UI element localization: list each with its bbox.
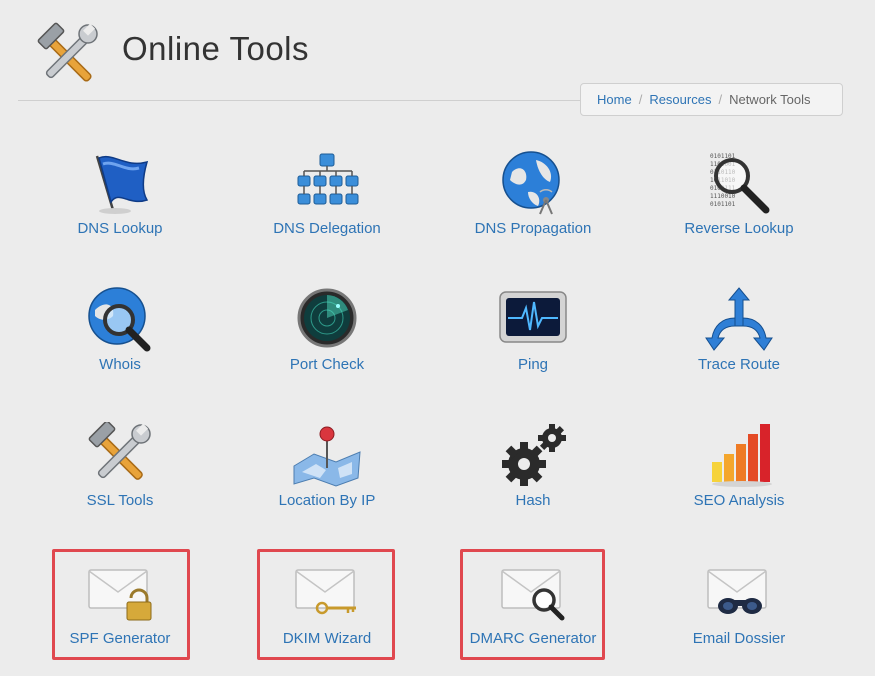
radar-icon bbox=[297, 288, 357, 348]
tool-dns-propagation[interactable]: DNS Propagation bbox=[433, 150, 633, 270]
breadcrumb: Home / Resources / Network Tools bbox=[580, 83, 843, 116]
tool-label: SSL Tools bbox=[86, 492, 154, 509]
page-header: Online Tools Home / Resources / Network … bbox=[0, 0, 875, 120]
tool-label: Location By IP bbox=[278, 492, 376, 509]
tool-dmarc-generator[interactable]: DMARC Generator bbox=[433, 560, 633, 676]
envelope-lock-icon bbox=[88, 569, 152, 621]
envelope-binoculars-icon bbox=[707, 569, 767, 614]
tool-whois[interactable]: Whois bbox=[20, 286, 220, 406]
tool-label: Trace Route bbox=[698, 356, 780, 373]
gears-icon bbox=[502, 424, 566, 486]
tools-icon bbox=[88, 422, 151, 480]
tool-dns-delegation[interactable]: DNS Delegation bbox=[227, 150, 427, 270]
map-pin-icon bbox=[293, 426, 361, 487]
breadcrumb-resources[interactable]: Resources bbox=[649, 92, 711, 107]
tool-ping[interactable]: Ping bbox=[433, 286, 633, 406]
tool-hash[interactable]: Hash bbox=[433, 422, 633, 542]
monitor-pulse-icon bbox=[499, 291, 567, 343]
tool-spf-generator[interactable]: SPF Generator bbox=[20, 560, 220, 676]
bar-chart-icon bbox=[712, 424, 772, 487]
envelope-magnifier-icon bbox=[501, 569, 565, 621]
tool-dkim-wizard[interactable]: DKIM Wizard bbox=[227, 560, 427, 676]
tool-label: Whois bbox=[99, 356, 141, 373]
breadcrumb-home[interactable]: Home bbox=[597, 92, 632, 107]
tool-dns-lookup[interactable]: DNS Lookup bbox=[20, 150, 220, 270]
breadcrumb-current: Network Tools bbox=[729, 92, 811, 107]
tool-label: Port Check bbox=[289, 356, 365, 373]
tool-label: Reverse Lookup bbox=[684, 220, 794, 237]
breadcrumb-separator: / bbox=[718, 92, 723, 107]
tool-label: DNS Delegation bbox=[273, 220, 381, 237]
tools-icon bbox=[37, 22, 98, 82]
magnifier-binary-icon: 010110111010010110110 101101001001111110… bbox=[710, 153, 770, 214]
tool-label: Email Dossier bbox=[692, 630, 786, 647]
tool-label: Hash bbox=[515, 492, 551, 509]
tool-label: Ping bbox=[517, 356, 549, 373]
globe-magnifier-icon bbox=[88, 287, 151, 352]
tool-location-by-ip[interactable]: Location By IP bbox=[227, 422, 427, 542]
tool-seo-analysis[interactable]: SEO Analysis bbox=[639, 422, 839, 542]
route-arrows-icon bbox=[705, 287, 773, 351]
tool-label: SPF Generator bbox=[69, 630, 171, 647]
tool-label: DNS Lookup bbox=[77, 220, 163, 237]
globe-antenna-icon bbox=[502, 151, 560, 215]
tool-label: DMARC Generator bbox=[469, 630, 597, 647]
page-title: Online Tools bbox=[122, 30, 310, 67]
tool-ssl-tools[interactable]: SSL Tools bbox=[20, 422, 220, 542]
hierarchy-icon bbox=[297, 153, 359, 205]
tool-email-dossier[interactable]: Email Dossier bbox=[639, 560, 839, 676]
tool-label: DNS Propagation bbox=[474, 220, 592, 237]
flag-icon bbox=[95, 155, 149, 214]
tool-label: DKIM Wizard bbox=[282, 630, 372, 647]
tool-port-check[interactable]: Port Check bbox=[227, 286, 427, 406]
tool-trace-route[interactable]: Trace Route bbox=[639, 286, 839, 406]
svg-text:1110010: 1110010 bbox=[710, 193, 736, 200]
tool-label: SEO Analysis bbox=[693, 492, 785, 509]
tool-reverse-lookup[interactable]: 010110111010010110110 101101001001111110… bbox=[639, 150, 839, 270]
envelope-key-icon bbox=[295, 569, 356, 615]
svg-text:0101101: 0101101 bbox=[710, 201, 736, 208]
breadcrumb-separator: / bbox=[638, 92, 643, 107]
